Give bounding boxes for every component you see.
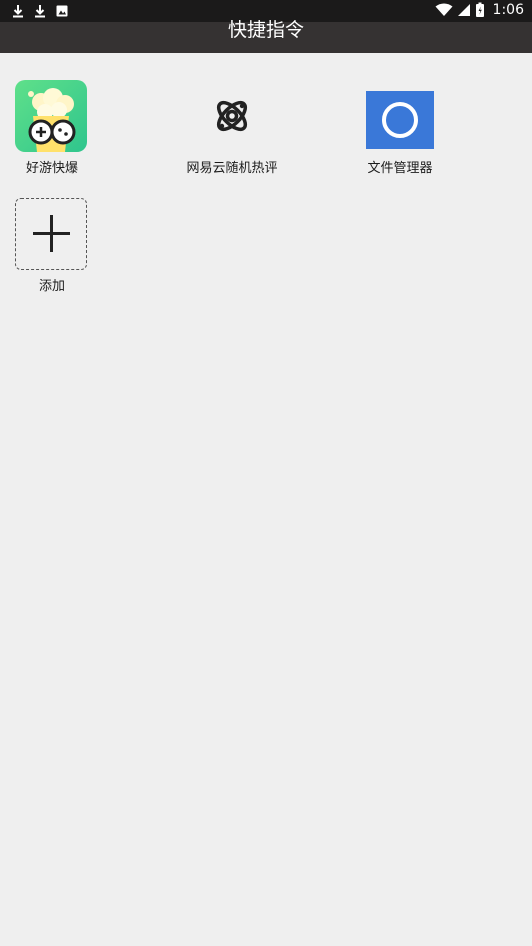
haoyou-app-icon[interactable] (15, 80, 87, 152)
signal-icon (457, 4, 470, 16)
add-shortcut-button[interactable] (15, 198, 87, 270)
file-manager-icon[interactable] (364, 80, 436, 152)
atom-icon[interactable] (196, 80, 268, 152)
battery-icon (475, 2, 484, 17)
app-bar: 快捷指令 (0, 19, 532, 53)
system-status: 1:06 (435, 2, 524, 18)
page-title: 快捷指令 (227, 19, 304, 41)
download-icon (35, 5, 45, 18)
clock: 1:06 (492, 2, 524, 18)
notification-icons (10, 3, 70, 19)
shortcut-label: 网易云随机热评 (186, 161, 278, 176)
shortcut-label: 文件管理器 (367, 161, 433, 176)
shortcut-label: 好游快爆 (25, 161, 78, 176)
plus-icon (32, 215, 70, 252)
download-icon (13, 5, 23, 18)
photo-icon (56, 5, 68, 17)
shortcut-label: 添加 (38, 279, 65, 294)
wifi-icon (435, 3, 453, 16)
